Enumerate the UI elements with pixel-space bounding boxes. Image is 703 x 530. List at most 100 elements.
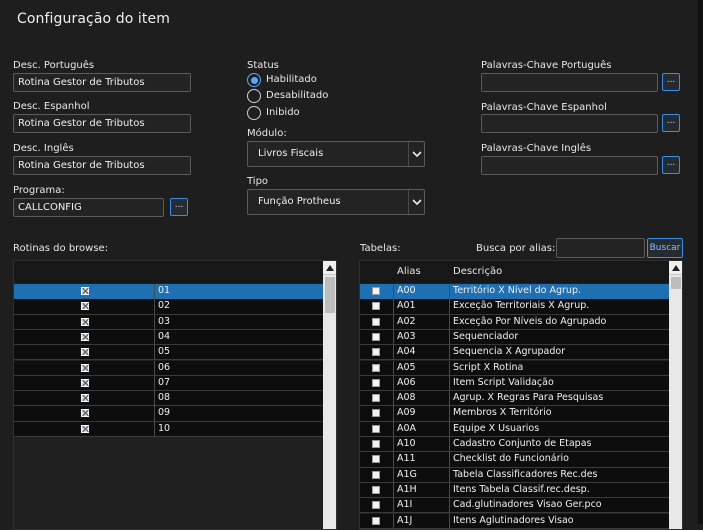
table-row[interactable]: 06: [14, 360, 323, 376]
table-row[interactable]: A02 Exceção Por Níveis do Agrupado: [360, 314, 669, 330]
checked-box-icon[interactable]: [81, 317, 89, 326]
modulo-select[interactable]: Livros Fiscais: [247, 141, 425, 167]
table-row[interactable]: A11 Checklist do Funcionário: [360, 452, 669, 468]
alias-cell: A1J: [397, 514, 413, 526]
checked-box-icon[interactable]: [81, 424, 89, 433]
description-cell: Item Script Validação: [453, 376, 554, 388]
table-row[interactable]: A09 Membros X Território: [360, 406, 669, 422]
checkbox-icon[interactable]: [372, 287, 380, 295]
table-row[interactable]: A05 Script X Rotina: [360, 360, 669, 376]
checkbox-icon[interactable]: [372, 485, 380, 494]
table-row[interactable]: 05: [14, 345, 323, 361]
table-row[interactable]: 08: [14, 391, 323, 407]
table-row[interactable]: 07: [14, 375, 323, 392]
checkbox-icon[interactable]: [372, 470, 380, 479]
description-cell: Itens Tabela Classif.rec.desp.: [453, 483, 590, 495]
checkbox-icon[interactable]: [372, 424, 380, 433]
alias-column-header[interactable]: Alias: [393, 261, 421, 283]
window-edge: [698, 0, 703, 524]
checkbox-icon[interactable]: [372, 378, 380, 387]
checked-box-icon[interactable]: [81, 363, 89, 372]
table-row[interactable]: 02: [14, 299, 323, 315]
table-row[interactable]: A1J Itens Aglutinadores Visao: [360, 513, 669, 529]
checkbox-icon[interactable]: [372, 363, 380, 372]
checked-box-icon[interactable]: [81, 287, 89, 295]
description-cell: Agrup. X Regras Para Pesquisas: [453, 392, 604, 404]
table-row[interactable]: 03: [14, 314, 323, 330]
table-row[interactable]: A06 Item Script Validação: [360, 375, 669, 392]
checked-box-icon[interactable]: [81, 394, 89, 403]
checked-box-icon[interactable]: [81, 302, 89, 311]
keywords-pt-lookup-button[interactable]: ...: [662, 73, 680, 91]
desc-en-input[interactable]: Rotina Gestor de Tributos: [13, 156, 191, 175]
alias-cell: A1G: [397, 468, 417, 480]
tipo-label: Tipo: [247, 176, 269, 187]
keywords-en-input[interactable]: [481, 156, 658, 175]
alias-cell: A04: [397, 346, 416, 358]
table-row[interactable]: A1H Itens Tabela Classif.rec.desp.: [360, 482, 669, 499]
table-row[interactable]: A0A Equipe X Usuarios: [360, 421, 669, 437]
browse-label: Rotinas do browse:: [13, 243, 109, 254]
scroll-thumb[interactable]: [671, 277, 681, 289]
checkbox-icon[interactable]: [372, 440, 380, 448]
checkbox-icon[interactable]: [372, 409, 380, 418]
alias-cell: A05: [397, 361, 416, 373]
programa-input[interactable]: CALLCONFIG: [13, 198, 164, 217]
keywords-es-lookup-button[interactable]: ...: [662, 114, 680, 132]
checked-box-icon[interactable]: [81, 332, 89, 341]
desc-en-label: Desc. Inglês: [13, 143, 74, 154]
radio-label: Habilitado: [266, 74, 317, 85]
tables-grid[interactable]: Alias Descrição A00 Território X Nível do…: [359, 260, 683, 530]
checkbox-icon[interactable]: [372, 501, 380, 510]
scroll-up-icon[interactable]: [669, 261, 682, 275]
browse-scrollbar[interactable]: [323, 261, 336, 529]
desc-es-input[interactable]: Rotina Gestor de Tributos: [13, 114, 191, 133]
programa-lookup-button[interactable]: ...: [170, 198, 188, 216]
desc-pt-input[interactable]: Rotina Gestor de Tributos: [13, 73, 191, 92]
alias-cell: A1H: [397, 483, 417, 495]
checkbox-icon[interactable]: [372, 348, 380, 357]
table-row[interactable]: A08 Agrup. X Regras Para Pesquisas: [360, 391, 669, 407]
keywords-es-input[interactable]: [481, 114, 658, 133]
routine-code: 07: [158, 376, 171, 388]
table-row[interactable]: A10 Cadastro Conjunto de Etapas: [360, 437, 669, 453]
checkbox-icon[interactable]: [372, 302, 380, 311]
table-row[interactable]: A1G Tabela Classificadores Rec.des: [360, 467, 669, 483]
checked-box-icon[interactable]: [81, 409, 89, 418]
browse-grid[interactable]: 01 02 03 04 05 06 07 08 09 10: [13, 260, 337, 530]
table-row[interactable]: A01 Exceção Territoriais X Agrup.: [360, 299, 669, 315]
checkbox-icon[interactable]: [372, 455, 380, 464]
radio-selected-icon: [247, 73, 261, 87]
tables-scrollbar[interactable]: [669, 261, 682, 529]
checkbox-icon[interactable]: [372, 516, 380, 525]
radio-unselected-icon: [247, 106, 261, 120]
table-row[interactable]: A04 Sequencia X Agrupador: [360, 345, 669, 361]
checkbox-icon[interactable]: [372, 317, 380, 326]
alias-cell: A01: [397, 300, 416, 312]
table-row[interactable]: A1I Cad.glutinadores Visao Ger.pco: [360, 498, 669, 514]
description-cell: Cad.glutinadores Visao Ger.pco: [453, 499, 602, 511]
table-row[interactable]: A00 Território X Nível do Agrup.: [360, 284, 669, 300]
table-row[interactable]: A03 Sequenciador: [360, 329, 669, 346]
keywords-en-lookup-button[interactable]: ...: [662, 156, 680, 174]
checkbox-icon[interactable]: [372, 394, 380, 403]
checked-box-icon[interactable]: [81, 348, 89, 357]
checked-box-icon[interactable]: [81, 378, 89, 387]
scroll-up-icon[interactable]: [323, 261, 336, 275]
alias-search-input[interactable]: [556, 238, 645, 258]
search-button[interactable]: Buscar: [647, 238, 683, 258]
scroll-thumb[interactable]: [325, 277, 335, 313]
chevron-down-icon[interactable]: [408, 190, 424, 214]
description-column-header[interactable]: Descrição: [449, 261, 502, 283]
modulo-value: Livros Fiscais: [258, 148, 324, 159]
table-row[interactable]: 04: [14, 329, 323, 346]
keywords-pt-input[interactable]: [481, 73, 658, 92]
description-cell: Sequencia X Agrupador: [453, 346, 566, 358]
checkbox-icon[interactable]: [372, 332, 380, 341]
table-row[interactable]: 01: [14, 284, 323, 300]
table-row[interactable]: 10: [14, 421, 323, 437]
routine-code: 05: [158, 346, 171, 358]
table-row[interactable]: 09: [14, 406, 323, 422]
tipo-select[interactable]: Função Protheus: [247, 189, 425, 215]
chevron-down-icon[interactable]: [408, 142, 424, 166]
